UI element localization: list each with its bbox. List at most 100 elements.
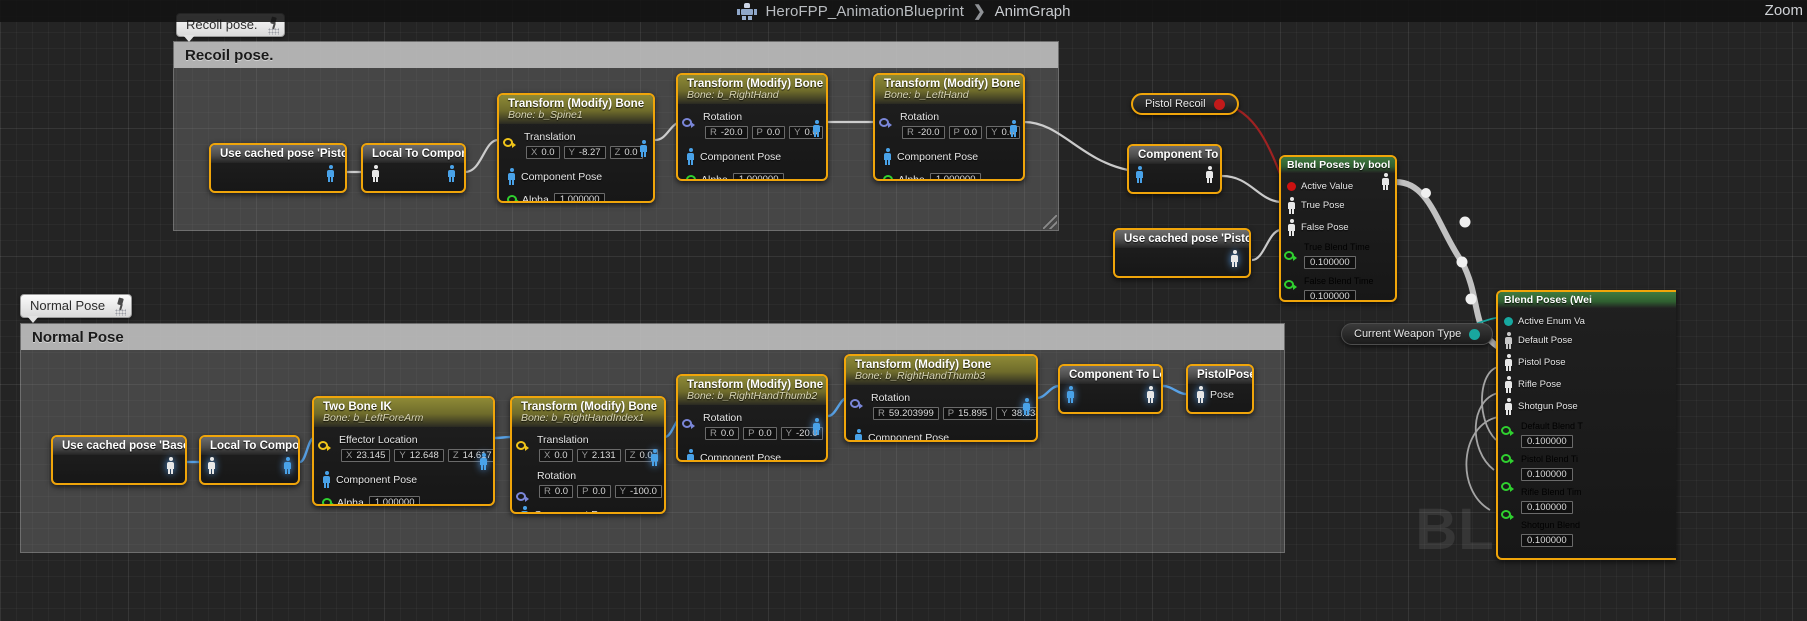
rotation-values[interactable]: R -20.0 P 0.0 Y 0.0 — [705, 126, 823, 139]
pose-output-pin[interactable] — [447, 165, 456, 182]
node-pistolpose-cache[interactable]: PistolPose Pose — [1186, 364, 1254, 414]
node-use-cached-pose-pistolpose-1[interactable]: Use cached pose 'PistolPose' — [209, 143, 347, 193]
component-pose-input-pin[interactable] — [854, 429, 863, 440]
alpha-value-field[interactable]: 1.000000 — [732, 173, 785, 179]
translation-values[interactable]: X 0.0 Y 2.131 Z 0.0 — [539, 449, 658, 462]
component-pose-input-pin[interactable] — [507, 168, 516, 185]
component-pose-input-pin[interactable] — [686, 148, 695, 165]
pose-output-pin[interactable] — [1381, 173, 1390, 190]
pose-output-pin[interactable] — [166, 457, 175, 474]
alpha-value-field[interactable]: 1.000000 — [553, 193, 606, 201]
pose-output-pin[interactable] — [479, 453, 488, 470]
rotation-values[interactable]: R 0.0 P 0.0 Y -20.0 — [705, 427, 823, 440]
breadcrumb-graph-name[interactable]: AnimGraph — [995, 3, 1071, 20]
rotation-roll-field[interactable]: R -20.0 — [705, 126, 748, 139]
rotation-pitch-field[interactable]: P 0.0 — [751, 126, 786, 139]
rifle-blend-time-pin[interactable] — [1501, 482, 1514, 492]
pistol-pose-input-pin[interactable] — [1504, 354, 1513, 371]
alpha-input-pin[interactable] — [686, 175, 699, 179]
shotgun-pose-input-pin[interactable] — [1504, 398, 1513, 415]
rifle-blend-time-field[interactable]: 0.100000 — [1521, 501, 1573, 514]
node-local-to-component-1[interactable]: Local To Component — [361, 143, 466, 193]
pose-output-pin[interactable] — [812, 120, 821, 137]
node-blend-poses-by-bool[interactable]: Blend Poses by bool Active Value True Po… — [1279, 155, 1397, 302]
pose-output-pin[interactable] — [812, 418, 821, 435]
rotation-pitch-field[interactable]: P 0.0 — [577, 485, 611, 498]
rotation-input-pin[interactable] — [682, 419, 695, 429]
node-transform-modify-bone-righthand[interactable]: Transform (Modify) Bone Bone: b_RightHan… — [676, 73, 828, 181]
pose-input-pin[interactable] — [1135, 166, 1144, 183]
translation-y-field[interactable]: Y -8.27 — [563, 146, 606, 159]
variable-current-weapon-type[interactable]: Current Weapon Type — [1341, 323, 1494, 345]
pose-output-pin[interactable] — [283, 457, 292, 474]
component-pose-input-pin[interactable] — [322, 471, 331, 488]
node-component-to-local-2[interactable]: Component To Local — [1058, 364, 1163, 414]
translation-y-field[interactable]: Y 2.131 — [576, 449, 621, 462]
pose-input-pin[interactable] — [207, 457, 216, 474]
pistol-blend-time-field[interactable]: 0.100000 — [1521, 468, 1573, 481]
rotation-yaw-field[interactable]: Y -100.0 — [614, 485, 662, 498]
node-local-to-component-2[interactable]: Local To Component — [199, 435, 300, 485]
pose-output-pin[interactable] — [650, 449, 659, 466]
node-transform-modify-bone-righthandindex1[interactable]: Transform (Modify) Bone Bone: b_RightHan… — [510, 396, 666, 514]
rotation-roll-field[interactable]: R 59.203999 — [873, 407, 939, 420]
rotation-values[interactable]: R -20.0 P 0.0 Y 0.0 — [902, 126, 1020, 139]
alpha-value-field[interactable]: 1.000000 — [929, 173, 982, 179]
node-transform-modify-bone-spine1[interactable]: Transform (Modify) Bone Bone: b_Spine1 T… — [497, 93, 655, 203]
component-pose-input-pin[interactable] — [520, 506, 529, 512]
rotation-input-pin[interactable] — [850, 399, 863, 409]
rotation-pitch-field[interactable]: P 0.0 — [743, 427, 777, 440]
translation-z-field[interactable]: Z 0.0 — [609, 146, 643, 159]
pose-input-pin[interactable] — [1066, 386, 1075, 403]
rifle-pose-input-pin[interactable] — [1504, 376, 1513, 393]
rotation-input-pin[interactable] — [879, 118, 892, 128]
enum-output-pin[interactable] — [1469, 328, 1481, 340]
alpha-value-field[interactable]: 1.000000 — [368, 496, 421, 504]
effector-x-field[interactable]: X 23.145 — [341, 449, 391, 462]
rotation-values[interactable]: R 59.203999 P 15.895 Y 38.334 — [873, 407, 1036, 420]
translation-values[interactable]: X 0.0 Y -8.27 Z 0.0 — [526, 146, 645, 159]
translation-input-pin[interactable] — [503, 138, 516, 148]
resize-dots-icon[interactable] — [115, 309, 127, 316]
component-pose-input-pin[interactable] — [883, 148, 892, 165]
false-blend-time-pin[interactable] — [1284, 280, 1297, 290]
variable-pistol-recoil[interactable]: Pistol Recoil — [1131, 93, 1239, 115]
active-enum-input-pin[interactable] — [1504, 317, 1513, 326]
comment-bubble-normal[interactable]: Normal Pose — [20, 294, 133, 323]
effector-location-input-pin[interactable] — [318, 441, 331, 451]
shotgun-blend-time-pin[interactable] — [1501, 510, 1514, 520]
pose-output-pin[interactable] — [639, 140, 648, 157]
pose-output-pin[interactable] — [1009, 120, 1018, 137]
comment-title-bar[interactable]: Normal Pose — [21, 324, 1284, 350]
node-use-cached-pose-pistolpose-2[interactable]: Use cached pose 'PistolPose' — [1113, 228, 1251, 278]
rotation-values[interactable]: R 0.0 P 0.0 Y -100.0 — [539, 485, 662, 498]
rotation-pitch-field[interactable]: P 0.0 — [948, 126, 983, 139]
comment-resize-grip[interactable] — [1043, 215, 1057, 229]
true-pose-input-pin[interactable] — [1287, 197, 1296, 214]
effector-y-field[interactable]: Y 12.648 — [394, 449, 444, 462]
translation-x-field[interactable]: X 0.0 — [539, 449, 573, 462]
true-blend-time-field[interactable]: 0.100000 — [1304, 256, 1356, 269]
node-component-to-local-1[interactable]: Component To Local — [1127, 144, 1222, 194]
comment-title-bar[interactable]: Recoil pose. — [174, 42, 1058, 68]
node-blend-poses-weight[interactable]: Blend Poses (Wei Active Enum Va Default … — [1496, 290, 1676, 560]
effector-values[interactable]: X 23.145 Y 12.648 Z 14.617 — [341, 449, 493, 462]
component-pose-input-pin[interactable] — [686, 449, 695, 460]
node-two-bone-ik[interactable]: Two Bone IK Bone: b_LeftForeArm Effector… — [312, 396, 495, 506]
default-blend-time-field[interactable]: 0.100000 — [1521, 435, 1573, 448]
false-pose-input-pin[interactable] — [1287, 219, 1296, 236]
rotation-roll-field[interactable]: R -20.0 — [902, 126, 945, 139]
rotation-input-pin[interactable] — [682, 118, 695, 128]
alpha-input-pin[interactable] — [507, 195, 520, 201]
default-blend-time-pin[interactable] — [1501, 426, 1514, 436]
translation-input-pin[interactable] — [516, 441, 529, 451]
active-value-input-pin[interactable] — [1287, 182, 1296, 191]
breadcrumb-blueprint-name[interactable]: HeroFPP_AnimationBlueprint — [766, 3, 965, 20]
rotation-roll-field[interactable]: R 0.0 — [539, 485, 574, 498]
default-pose-input-pin[interactable] — [1504, 332, 1513, 349]
shotgun-blend-time-field[interactable]: 0.100000 — [1521, 534, 1573, 547]
rotation-yaw-field[interactable]: Y 38.334 — [996, 407, 1036, 420]
resize-dots-icon[interactable] — [267, 28, 279, 35]
pose-input-pin[interactable] — [1196, 386, 1205, 403]
pistol-blend-time-pin[interactable] — [1501, 454, 1514, 464]
